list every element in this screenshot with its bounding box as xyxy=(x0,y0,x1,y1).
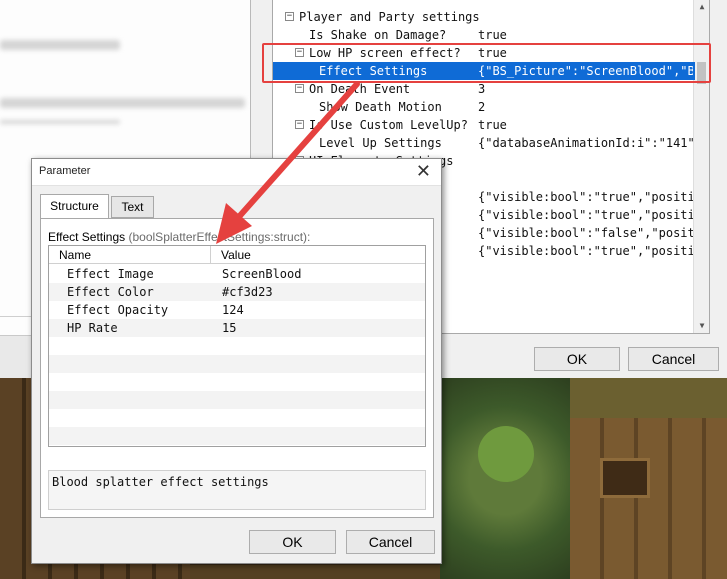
annotation-arrow-line xyxy=(234,81,360,222)
annotation-arrow xyxy=(216,81,360,244)
